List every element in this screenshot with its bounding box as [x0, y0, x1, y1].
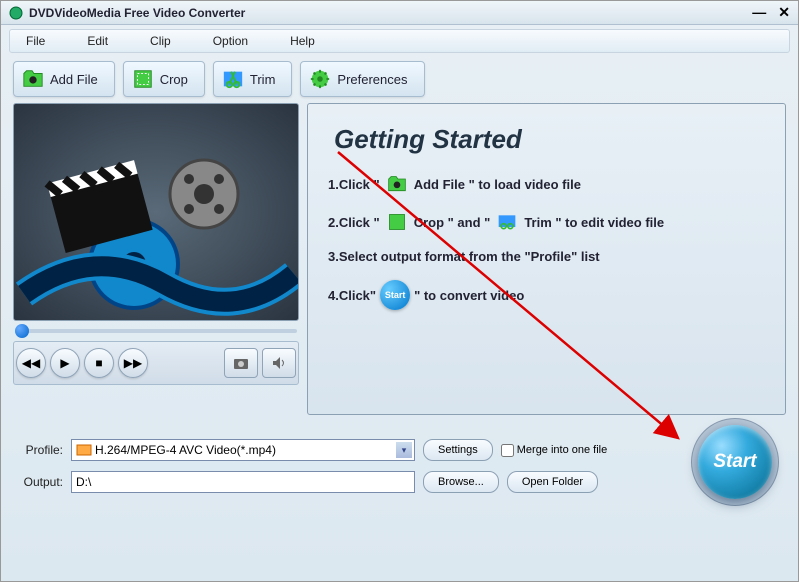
profile-format-icon [76, 443, 92, 457]
snapshot-button[interactable] [224, 348, 258, 378]
content-area: ◀◀ ▶ ■ ▶▶ Getting Started 1.Click " [1, 103, 798, 415]
bottom-panel: Profile: H.264/MPEG-4 AVC Video(*.mp4) ▾… [1, 415, 798, 493]
crop-icon [384, 211, 410, 233]
forward-button[interactable]: ▶▶ [118, 348, 148, 378]
guide-step-1: 1.Click " Add File " to load video file [328, 173, 765, 195]
menu-clip[interactable]: Clip [150, 34, 171, 48]
preview-panel: ◀◀ ▶ ■ ▶▶ [13, 103, 299, 415]
profile-value: H.264/MPEG-4 AVC Video(*.mp4) [95, 443, 276, 457]
add-file-button[interactable]: Add File [13, 61, 115, 97]
output-label: Output: [13, 475, 63, 489]
app-icon [9, 6, 23, 20]
profile-label: Profile: [13, 443, 63, 457]
merge-checkbox[interactable] [501, 444, 514, 457]
menubar: File Edit Clip Option Help [9, 29, 790, 53]
preferences-button[interactable]: Preferences [300, 61, 424, 97]
add-file-label: Add File [50, 72, 98, 87]
playback-controls: ◀◀ ▶ ■ ▶▶ [13, 341, 299, 385]
profile-select[interactable]: H.264/MPEG-4 AVC Video(*.mp4) ▾ [71, 439, 415, 461]
guide-title: Getting Started [334, 124, 765, 155]
rewind-button[interactable]: ◀◀ [16, 348, 46, 378]
trim-button[interactable]: Trim [213, 61, 293, 97]
merge-label: Merge into one file [517, 444, 608, 456]
crop-button[interactable]: Crop [123, 61, 205, 97]
add-file-icon [384, 173, 410, 195]
stop-button[interactable]: ■ [84, 348, 114, 378]
minimize-button[interactable]: — [752, 4, 766, 21]
crop-label: Crop [160, 72, 188, 87]
preferences-icon [309, 68, 331, 90]
merge-checkbox-wrap[interactable]: Merge into one file [501, 444, 608, 457]
menu-option[interactable]: Option [213, 34, 248, 48]
chevron-down-icon: ▾ [396, 442, 412, 458]
guide-panel: Getting Started 1.Click " Add File " to … [307, 103, 786, 415]
app-window: DVDVideoMedia Free Video Converter — ✕ F… [0, 0, 799, 582]
output-input[interactable] [71, 471, 415, 493]
start-button[interactable]: Start [698, 425, 772, 499]
window-title: DVDVideoMedia Free Video Converter [29, 6, 752, 20]
browse-button[interactable]: Browse... [423, 471, 499, 493]
menu-edit[interactable]: Edit [87, 34, 108, 48]
seek-slider[interactable] [13, 321, 299, 341]
toolbar: Add File Crop Trim Preferences [1, 53, 798, 103]
titlebar: DVDVideoMedia Free Video Converter — ✕ [1, 1, 798, 25]
settings-button[interactable]: Settings [423, 439, 493, 461]
menu-file[interactable]: File [26, 34, 45, 48]
trim-icon [222, 68, 244, 90]
trim-label: Trim [250, 72, 276, 87]
volume-button[interactable] [262, 348, 296, 378]
trim-icon [494, 211, 520, 233]
crop-icon [132, 68, 154, 90]
seek-thumb[interactable] [15, 324, 29, 338]
start-icon: Start [380, 280, 410, 310]
close-button[interactable]: ✕ [778, 4, 790, 21]
add-file-icon [22, 68, 44, 90]
guide-step-4: 4.Click" Start " to convert video [328, 280, 765, 310]
preferences-label: Preferences [337, 72, 407, 87]
guide-step-3: 3.Select output format from the "Profile… [328, 249, 765, 264]
guide-step-2: 2.Click " Crop " and " Trim " to edit vi… [328, 211, 765, 233]
menu-help[interactable]: Help [290, 34, 315, 48]
preview-image [13, 103, 299, 321]
open-folder-button[interactable]: Open Folder [507, 471, 598, 493]
play-button[interactable]: ▶ [50, 348, 80, 378]
